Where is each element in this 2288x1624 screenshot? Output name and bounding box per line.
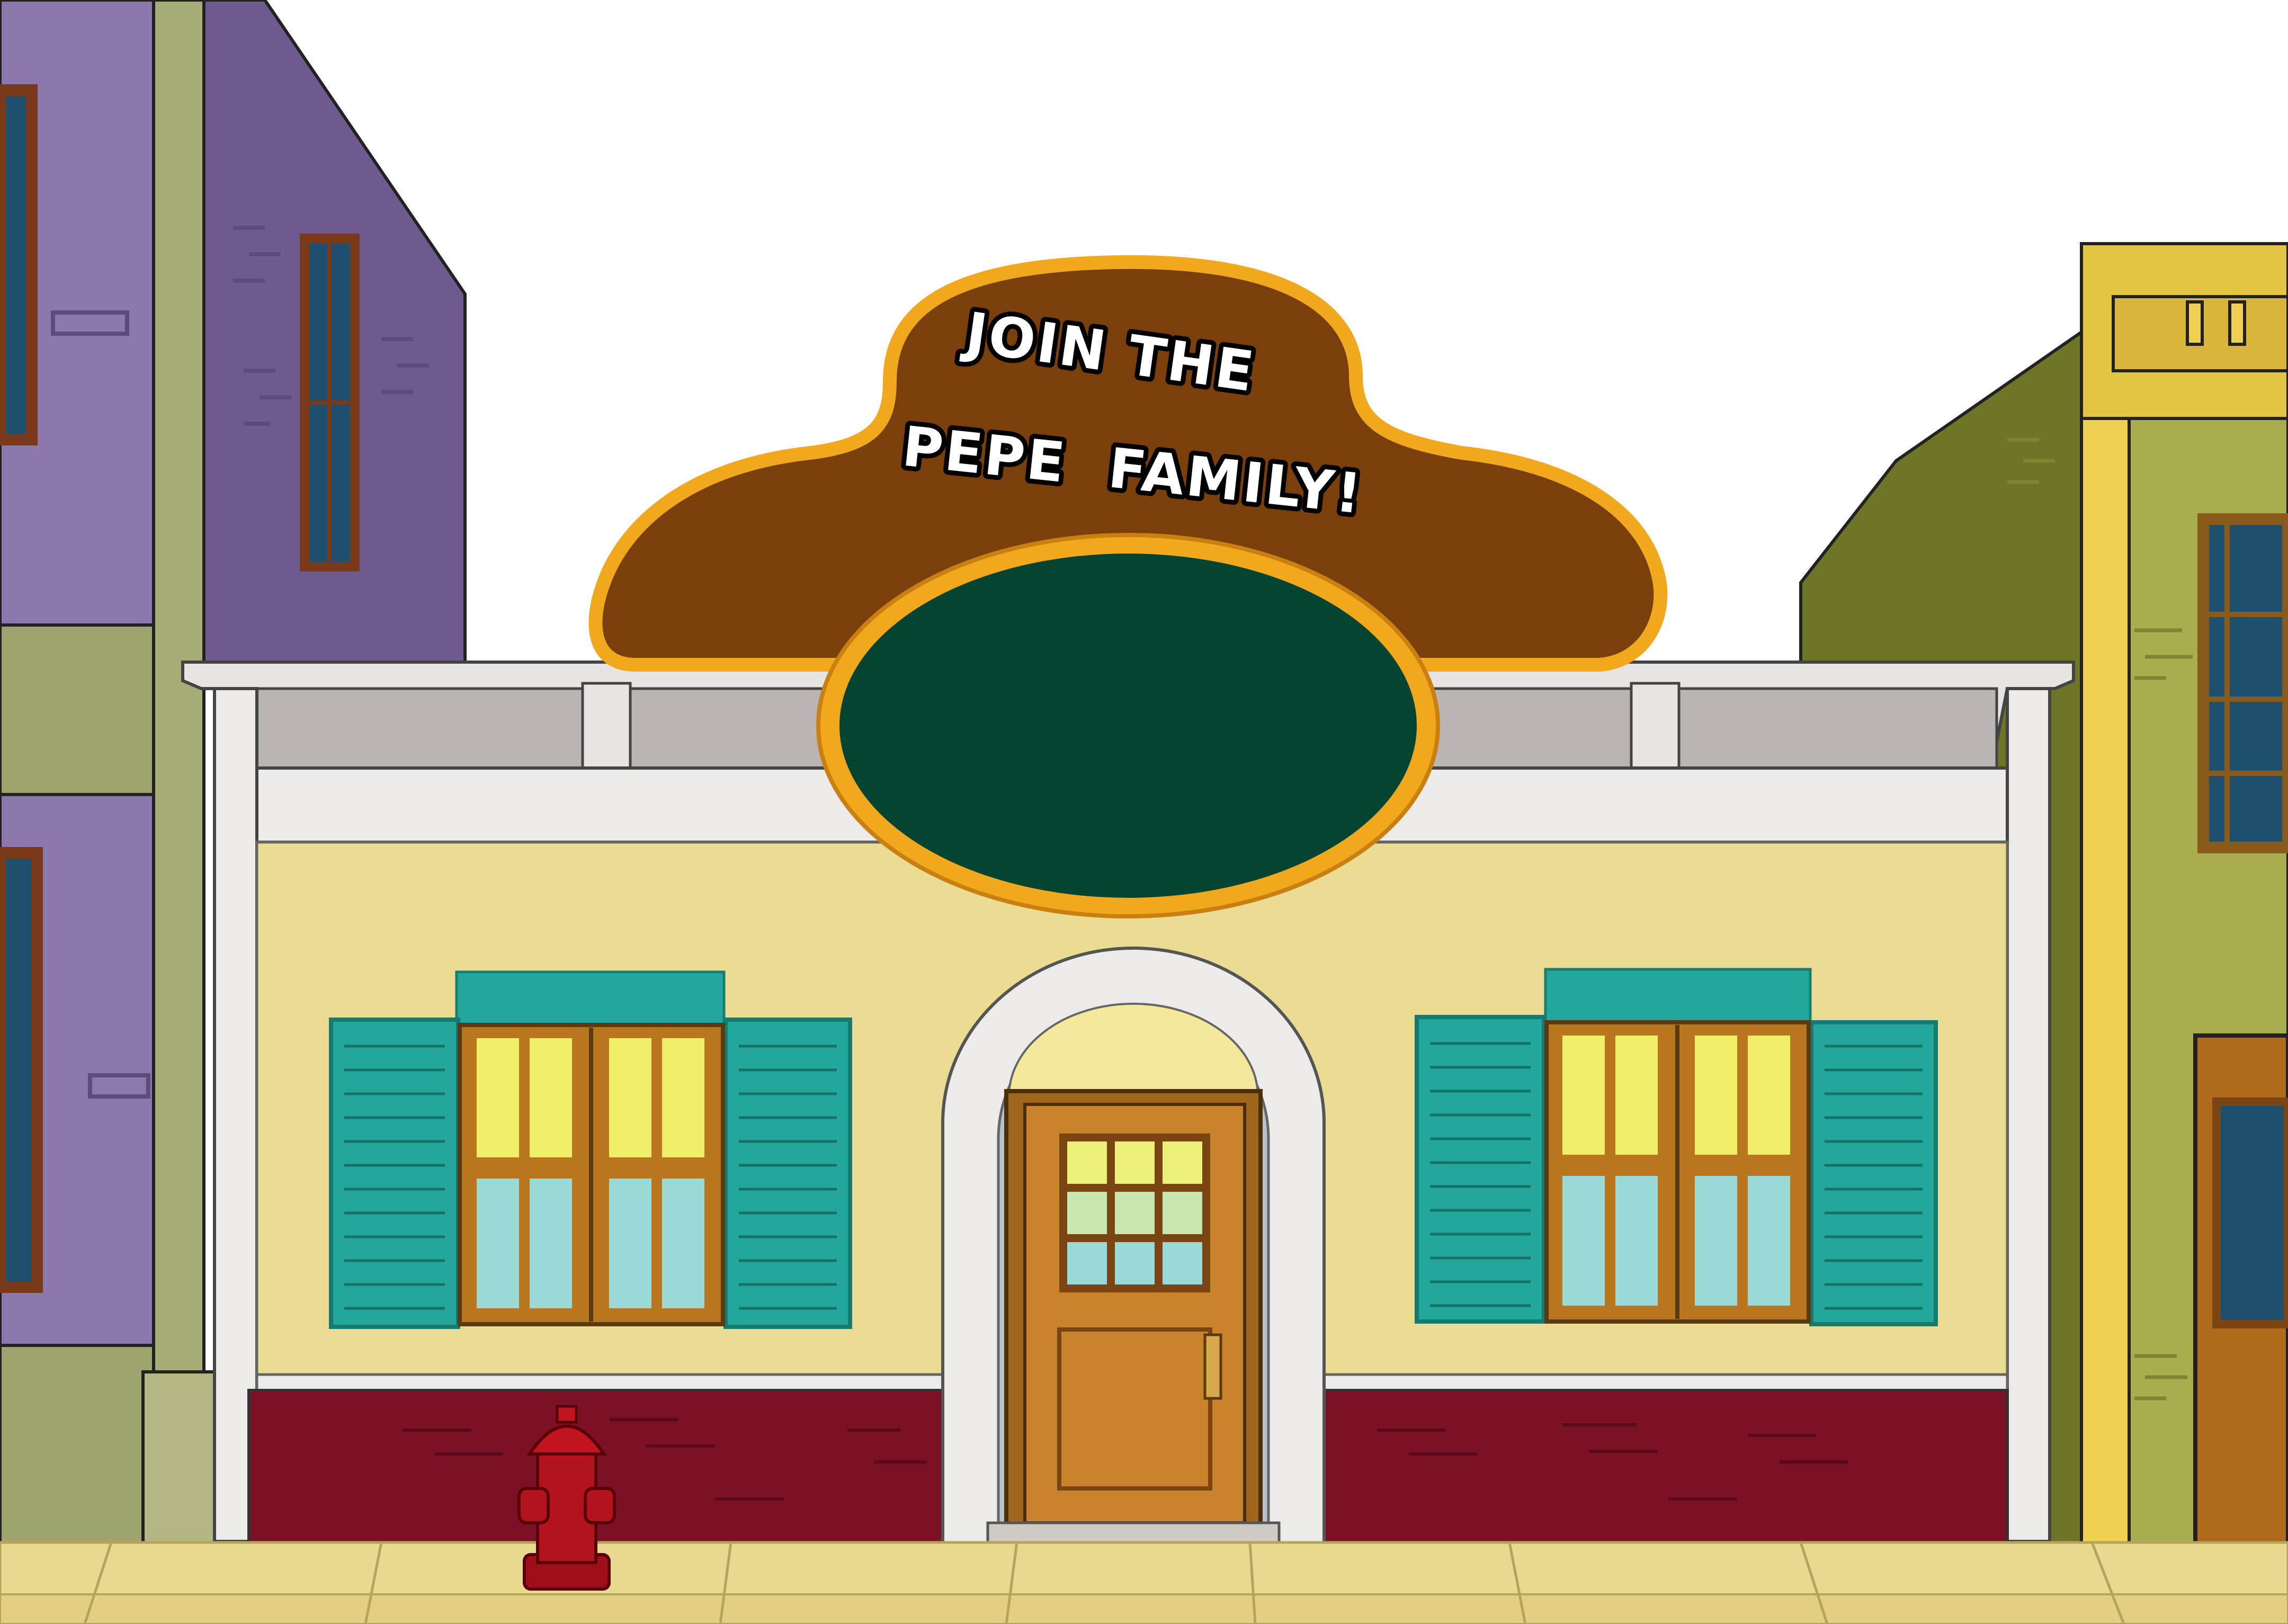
left-window-group: [329, 970, 852, 1329]
street-scene: JOIN THE PEPE FAMILY!: [0, 0, 2288, 1624]
left-window-valance: [455, 970, 726, 1029]
right-building-window: [2197, 513, 2288, 853]
sidewalk-curb: [0, 1593, 2288, 1624]
left-building-pilaster-base: [141, 1370, 216, 1548]
left-shutter-outer: [329, 1018, 460, 1329]
left-building-pilaster: [152, 0, 205, 1548]
right-shutter-inner: [1415, 1015, 1546, 1324]
right-window-group: [1415, 968, 1938, 1326]
right-shutter-outer: [1809, 1020, 1938, 1326]
right-window-valance: [1544, 968, 1812, 1027]
right-building-corner: [2080, 247, 2136, 1548]
sidewalk: [0, 1541, 2288, 1624]
door-window: [1059, 1134, 1210, 1292]
left-building-window-lower: [0, 847, 43, 1293]
left-building-band: [0, 623, 155, 796]
left-building-base: [0, 1344, 155, 1548]
left-shutter-inner: [723, 1018, 852, 1329]
left-building-window-upper: [0, 84, 38, 445]
shop-right-column: [2006, 687, 2051, 1543]
door-handle[interactable]: [1203, 1333, 1222, 1400]
door-lower-panel: [1057, 1327, 1212, 1491]
door-step: [986, 1521, 1281, 1546]
sign-plaque: [839, 554, 1417, 898]
